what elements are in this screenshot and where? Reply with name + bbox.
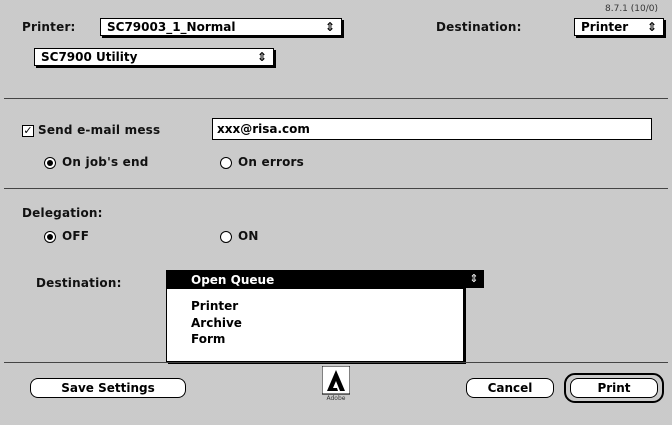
print-button[interactable]: Print (570, 378, 658, 398)
destination-menu: Open Queue Printer Archive Form (166, 270, 464, 362)
popup-arrows-icon: ⇕ (324, 20, 335, 34)
destination-top-label: Destination: (436, 20, 522, 34)
send-email-label: Send e-mail mess (38, 123, 161, 137)
separator (4, 188, 668, 189)
separator (4, 98, 668, 99)
destination-menu-item-selected[interactable]: Open Queue (167, 271, 463, 289)
destination-menu-item-archive[interactable]: Archive (167, 315, 463, 331)
on-jobs-end-label: On job's end (62, 155, 149, 169)
delegation-off-radio[interactable] (44, 231, 56, 243)
delegation-on-label: ON (238, 229, 259, 243)
popup-arrows-icon[interactable]: ⇕ (464, 270, 484, 288)
adobe-caption: Adobe (326, 395, 346, 402)
printer-popup[interactable]: SC79003_1_Normal ⇕ (100, 18, 342, 36)
cancel-button[interactable]: Cancel (466, 378, 554, 398)
on-errors-radio[interactable] (220, 157, 232, 169)
delegation-on-radio[interactable] (220, 231, 232, 243)
destination-top-popup[interactable]: Printer ⇕ (574, 18, 664, 36)
printer-label: Printer: (22, 20, 76, 34)
send-email-checkbox[interactable]: ✓ (22, 125, 34, 137)
utility-popup[interactable]: SC7900 Utility ⇕ (34, 48, 274, 66)
popup-arrows-icon: ⇕ (256, 50, 267, 64)
destination-menu-item-form[interactable]: Form (167, 331, 463, 347)
delegation-label: Delegation: (22, 206, 103, 220)
adobe-logo-icon: Adobe (321, 365, 351, 402)
email-field[interactable]: xxx@risa.com (212, 118, 652, 140)
destination-top-value: Printer (581, 20, 629, 34)
destination-menu-item-printer[interactable]: Printer (167, 297, 463, 315)
popup-arrows-icon: ⇕ (646, 20, 657, 34)
on-errors-label: On errors (238, 155, 305, 169)
on-jobs-end-radio[interactable] (44, 157, 56, 169)
utility-popup-value: SC7900 Utility (41, 50, 138, 64)
printer-popup-value: SC79003_1_Normal (107, 20, 236, 34)
separator (4, 362, 668, 363)
print-dialog: 8.7.1 (10/0) Printer: SC79003_1_Normal ⇕… (0, 0, 672, 425)
destination-label: Destination: (36, 276, 122, 290)
delegation-off-label: OFF (62, 229, 90, 243)
version-label: 8.7.1 (10/0) (605, 4, 658, 14)
save-settings-button[interactable]: Save Settings (30, 378, 186, 398)
